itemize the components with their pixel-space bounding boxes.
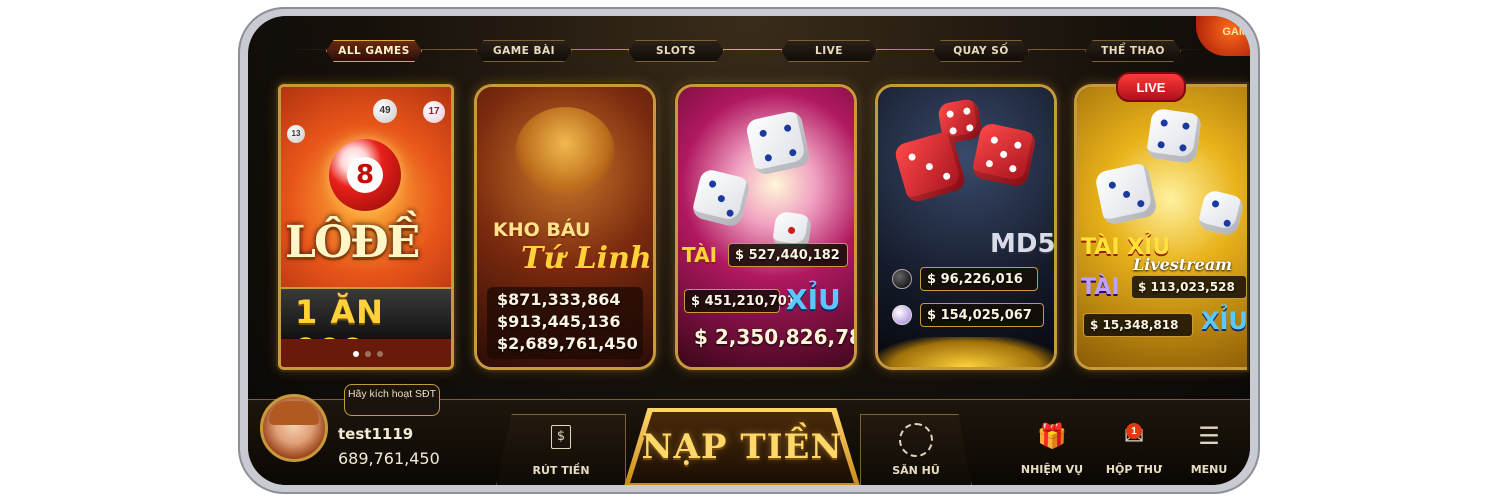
lottery-ball-small: 13 xyxy=(287,125,305,143)
white-ball-icon xyxy=(892,305,912,325)
game-lobby-screen: ALL GAMES GAME BÀI SLOTS LIVE QUAY SỐ TH… xyxy=(248,16,1250,485)
md5-title: MD5 xyxy=(990,229,1056,259)
withdraw-icon: $ xyxy=(551,425,571,449)
gold-coins-decoration xyxy=(878,337,1054,367)
menu-label: MENU xyxy=(1190,463,1228,476)
lottery-ball-8: 8 xyxy=(329,139,401,211)
phone-frame: ALL GAMES GAME BÀI SLOTS LIVE QUAY SỐ TH… xyxy=(238,7,1260,494)
tab-game-bai[interactable]: GAME BÀI xyxy=(476,40,572,62)
inbox-notification-badge: 1 xyxy=(1126,423,1142,439)
xiu-bet-value: $ 15,348,818 xyxy=(1083,313,1193,337)
withdraw-button[interactable]: $ RÚT TIỀN xyxy=(496,414,626,485)
black-ball-icon xyxy=(892,269,912,289)
game-card-tai-xiu-livestream[interactable]: TÀI XỈU Livestream TÀI $ 113,023,528 $ 1… xyxy=(1074,84,1247,370)
dice-icon xyxy=(744,109,812,177)
inbox-label: HỘP THƯ xyxy=(1105,463,1163,476)
xiu-label: XỈU xyxy=(1201,307,1247,335)
gift-icon: 🎁 xyxy=(1037,422,1067,450)
ball-number: 8 xyxy=(347,157,383,193)
lottery-ball-small: 49 xyxy=(373,99,397,123)
tai-bet-value: $ 113,023,528 xyxy=(1131,275,1247,299)
lode-title: LÔĐỀ xyxy=(285,217,420,268)
carousel-dot-active[interactable] xyxy=(353,351,359,357)
jackpot-hunt-button[interactable]: SĂN HŨ xyxy=(860,414,972,485)
user-avatar[interactable] xyxy=(260,394,328,462)
user-balance: 689,761,450 xyxy=(338,449,440,468)
tai-bet-value: $ 527,440,182 xyxy=(728,243,848,267)
tu-linh-title: Tứ Linh xyxy=(521,241,652,276)
jackpot-value: $913,445,136 xyxy=(497,312,621,331)
dice-icon xyxy=(1145,107,1203,165)
jackpot-value: $2,689,761,450 xyxy=(497,334,638,353)
game-card-tai-xiu[interactable]: TÀI $ 527,440,182 $ 451,210,701 XỈU $ 2,… xyxy=(675,84,857,370)
game-card-kho-bau-tu-linh[interactable]: KHO BÁU Tứ Linh $871,333,864 $913,445,13… xyxy=(474,84,656,370)
tab-slots[interactable]: SLOTS xyxy=(628,40,724,62)
tab-live[interactable]: LIVE xyxy=(781,40,877,62)
jackpot-total: $ 2,350,826,781 xyxy=(694,325,854,349)
tab-all-games[interactable]: ALL GAMES xyxy=(326,40,422,62)
red-dice-icon xyxy=(970,121,1038,189)
category-tab-bar: ALL GAMES GAME BÀI SLOTS LIVE QUAY SỐ TH… xyxy=(248,16,1250,76)
deposit-label: NẠP TIỀN xyxy=(641,427,843,467)
tab-the-thao[interactable]: THỂ THAO xyxy=(1085,40,1181,62)
xiu-bet-value: $ 451,210,701 xyxy=(684,289,796,313)
activate-phone-hint[interactable]: Hãy kích hoạt SĐT xyxy=(344,384,440,416)
jackpot-badge-icon xyxy=(899,423,933,457)
tab-quay-so[interactable]: QUAY SỐ xyxy=(933,40,1029,62)
carousel-dot[interactable] xyxy=(365,351,371,357)
dice-icon xyxy=(1093,161,1159,227)
missions-button[interactable]: 🎁 NHIỆM VỤ xyxy=(1008,414,1096,484)
missions-label: NHIỆM VỤ xyxy=(1020,463,1084,476)
hamburger-menu-icon: ☰ xyxy=(1198,422,1220,450)
carousel-footer xyxy=(281,339,451,367)
xiu-label: XỈU xyxy=(786,283,841,316)
tai-label: TÀI xyxy=(1081,275,1120,300)
deposit-button[interactable]: NẠP TIỀN xyxy=(624,408,860,485)
livestream-subtitle: Livestream xyxy=(1133,255,1233,274)
ratio-banner: 1 ĂN 900 xyxy=(281,287,451,367)
tai-label: TÀI xyxy=(682,243,718,267)
carousel-dot[interactable] xyxy=(377,351,383,357)
game-card-lode[interactable]: 49 17 13 8 LÔĐỀ 1 ĂN 900 xyxy=(278,84,454,370)
black-bet-value: $ 96,226,016 xyxy=(920,267,1038,291)
avatar-hair xyxy=(269,401,319,425)
live-badge: LIVE xyxy=(1116,72,1186,102)
game-card-md5[interactable]: MD5 $ 96,226,016 $ 154,025,067 xyxy=(875,84,1057,370)
jackpot-value: $871,333,864 xyxy=(497,290,621,309)
jackpot-hunt-label: SĂN HŨ xyxy=(892,464,940,477)
withdraw-label: RÚT TIỀN xyxy=(532,464,590,477)
menu-button[interactable]: ☰ MENU xyxy=(1176,414,1242,484)
dragon-icon xyxy=(515,107,615,197)
white-bet-value: $ 154,025,067 xyxy=(920,303,1044,327)
game-corner-badge[interactable]: GAM xyxy=(1196,16,1250,56)
kho-bau-title: KHO BÁU xyxy=(493,219,591,241)
username: test1119 xyxy=(338,425,414,443)
jackpot-panel: $871,333,864 $913,445,136 $2,689,761,450 xyxy=(487,287,643,359)
tab-bar-divider xyxy=(288,49,1210,50)
lottery-ball-small: 17 xyxy=(423,101,445,123)
